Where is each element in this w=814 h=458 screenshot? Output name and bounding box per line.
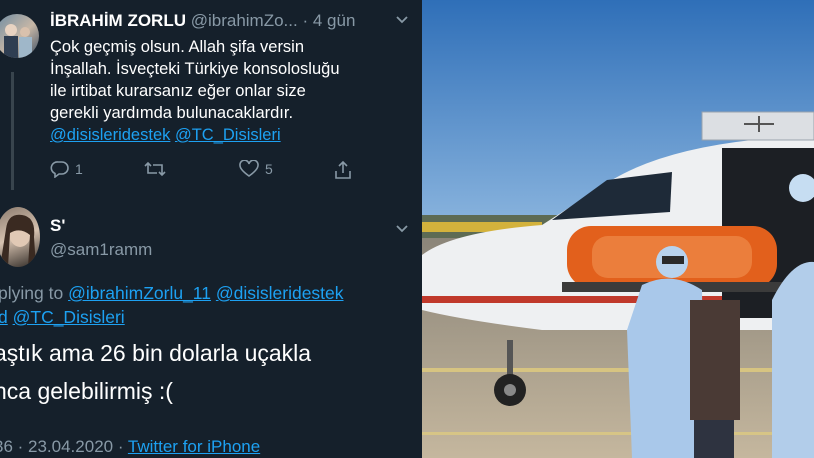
user-handle[interactable]: @sam1ramm [50, 240, 152, 260]
chevron-down-icon[interactable] [395, 13, 409, 30]
tweet-line: Çok geçmiş olsun. Allah şifa versin [50, 38, 305, 56]
avatar[interactable] [0, 14, 39, 58]
share-icon [335, 160, 351, 179]
avatar[interactable] [0, 207, 40, 267]
replying-to-label: plying to [0, 283, 64, 303]
reply-button[interactable]: 1 [50, 160, 83, 178]
mention-link[interactable]: @disisleridestek [50, 126, 170, 144]
mention-link[interactable]: @TC_Disisleri [175, 126, 281, 144]
reply-text-line: nca gelebilirmiş :( [0, 378, 173, 404]
replying-to-and: d [0, 307, 8, 327]
retweet-icon [144, 161, 166, 177]
mention-link[interactable]: @ibrahimZorlu_11 [68, 283, 211, 303]
news-photo [422, 0, 814, 458]
share-button[interactable] [333, 160, 353, 180]
dot-separator: · [302, 11, 309, 30]
tweet-timestamp: 36 · 23.04.2020 · [0, 437, 124, 456]
replying-to: plying to @ibrahimZorlu_11 @disislerides… [0, 281, 344, 329]
mentions-line: @disisleridestek @TC_Disisleri [50, 124, 410, 146]
tweet-header: İBRAHİM ZORLU @ibrahimZo... · 4 gün [50, 11, 355, 31]
mention-link[interactable]: @TC_Disisleri [13, 307, 125, 327]
tweet-line: gerekli yardımda bulunacaklardır. [50, 104, 294, 122]
photo-air-ambulance [422, 0, 814, 458]
tweet-text: Çok geçmiş olsun. Allah şifa versin İnşa… [50, 36, 410, 146]
worker-figure [690, 300, 740, 458]
chevron-down-icon[interactable] [395, 222, 409, 239]
tweet-line: ile irtibat kurarsanız eğer onlar size [50, 82, 306, 100]
retweet-button[interactable] [143, 160, 167, 178]
tweet-screenshot-panel: İBRAHİM ZORLU @ibrahimZo... · 4 gün Çok … [0, 0, 422, 458]
thread-connector [11, 72, 14, 190]
tweet-meta: 36 · 23.04.2020 · Twitter for iPhone [0, 437, 260, 457]
display-name[interactable]: S' [50, 216, 65, 236]
tweet-time[interactable]: 4 gün [313, 11, 356, 30]
source-link[interactable]: Twitter for iPhone [128, 437, 260, 456]
user-handle[interactable]: @ibrahimZo... [191, 11, 298, 30]
tweet-line: İnşallah. İsveçteki Türkiye konsolosluğu [50, 60, 340, 78]
like-icon [239, 160, 259, 177]
reply-text-line: aştık ama 26 bin dolarla uçakla [0, 340, 312, 366]
like-count: 5 [265, 161, 273, 177]
mention-link[interactable]: @disisleridestek [216, 283, 344, 303]
like-button[interactable]: 5 [238, 160, 273, 178]
reply-count: 1 [75, 161, 83, 177]
tweet-actions: 1 5 [50, 160, 370, 184]
reply-icon [50, 161, 69, 178]
display-name[interactable]: İBRAHİM ZORLU [50, 11, 186, 30]
